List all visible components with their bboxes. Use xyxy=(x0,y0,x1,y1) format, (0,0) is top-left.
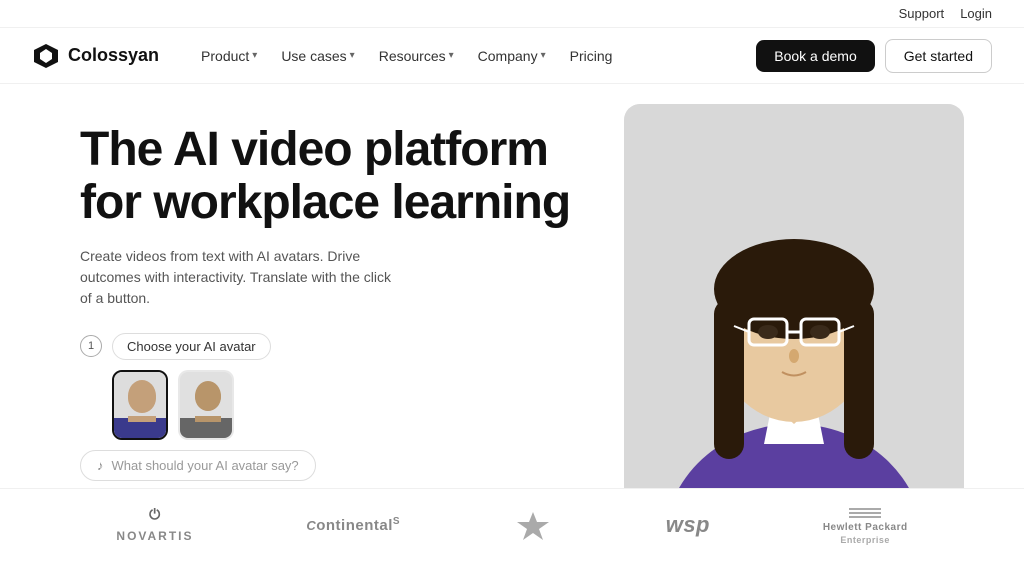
chevron-down-icon: ▾ xyxy=(350,50,355,61)
choose-avatar-button[interactable]: Choose your AI avatar xyxy=(112,333,271,360)
hero-subtitle: Create videos from text with AI avatars.… xyxy=(80,246,400,309)
nav-actions: Book a demo Get started xyxy=(756,39,992,73)
novartis-icon: ⏻ xyxy=(149,506,161,523)
logo-text: Colossyan xyxy=(68,45,159,66)
avatar-1[interactable] xyxy=(112,370,168,440)
support-link[interactable]: Support xyxy=(899,6,945,21)
wsp-logo: wsp xyxy=(666,512,710,538)
nav-links: Product ▾ Use cases ▾ Resources ▾ Compan… xyxy=(191,42,756,70)
avatar-2[interactable] xyxy=(178,370,234,440)
chevron-down-icon: ▾ xyxy=(449,50,454,61)
hero-title: The AI video platform for workplace lear… xyxy=(80,124,600,230)
nav-use-cases[interactable]: Use cases ▾ xyxy=(271,42,364,70)
logo-icon xyxy=(32,42,60,70)
avatar-say-input[interactable]: ♪ What should your AI avatar say? xyxy=(80,450,316,481)
chevron-down-icon: ▾ xyxy=(252,50,257,61)
get-started-button[interactable]: Get started xyxy=(885,39,992,73)
nav-product[interactable]: Product ▾ xyxy=(191,42,267,70)
nav-company[interactable]: Company ▾ xyxy=(468,42,556,70)
step-1-number: 1 xyxy=(80,335,102,357)
ai-avatar-illustration xyxy=(624,104,964,504)
nav-resources[interactable]: Resources ▾ xyxy=(369,42,464,70)
login-link[interactable]: Login xyxy=(960,6,992,21)
microphone-icon: ♪ xyxy=(97,458,104,473)
logos-bar: ⏻ NOVARTIS ContinentalS wsp Hewlett Pack… xyxy=(0,488,1024,560)
nav-pricing[interactable]: Pricing xyxy=(560,42,623,70)
utility-bar: Support Login xyxy=(0,0,1024,28)
hero-avatar-image xyxy=(624,104,964,504)
demo-widget: 1 Choose your AI avatar xyxy=(80,333,316,481)
book-demo-button[interactable]: Book a demo xyxy=(756,40,875,72)
step-1-row: 1 Choose your AI avatar xyxy=(80,333,316,360)
paramount-logo xyxy=(513,510,553,540)
navbar: Colossyan Product ▾ Use cases ▾ Resource… xyxy=(0,28,1024,84)
novartis-logo: ⏻ NOVARTIS xyxy=(116,506,193,543)
continental-logo: ContinentalS xyxy=(306,516,400,534)
hewlett-packard-logo: Hewlett Packard Enterprise xyxy=(823,504,908,545)
avatar-row xyxy=(80,370,316,440)
chevron-down-icon: ▾ xyxy=(541,50,546,61)
paramount-icon xyxy=(513,510,553,540)
hp-icon xyxy=(849,504,881,520)
logo[interactable]: Colossyan xyxy=(32,42,159,70)
